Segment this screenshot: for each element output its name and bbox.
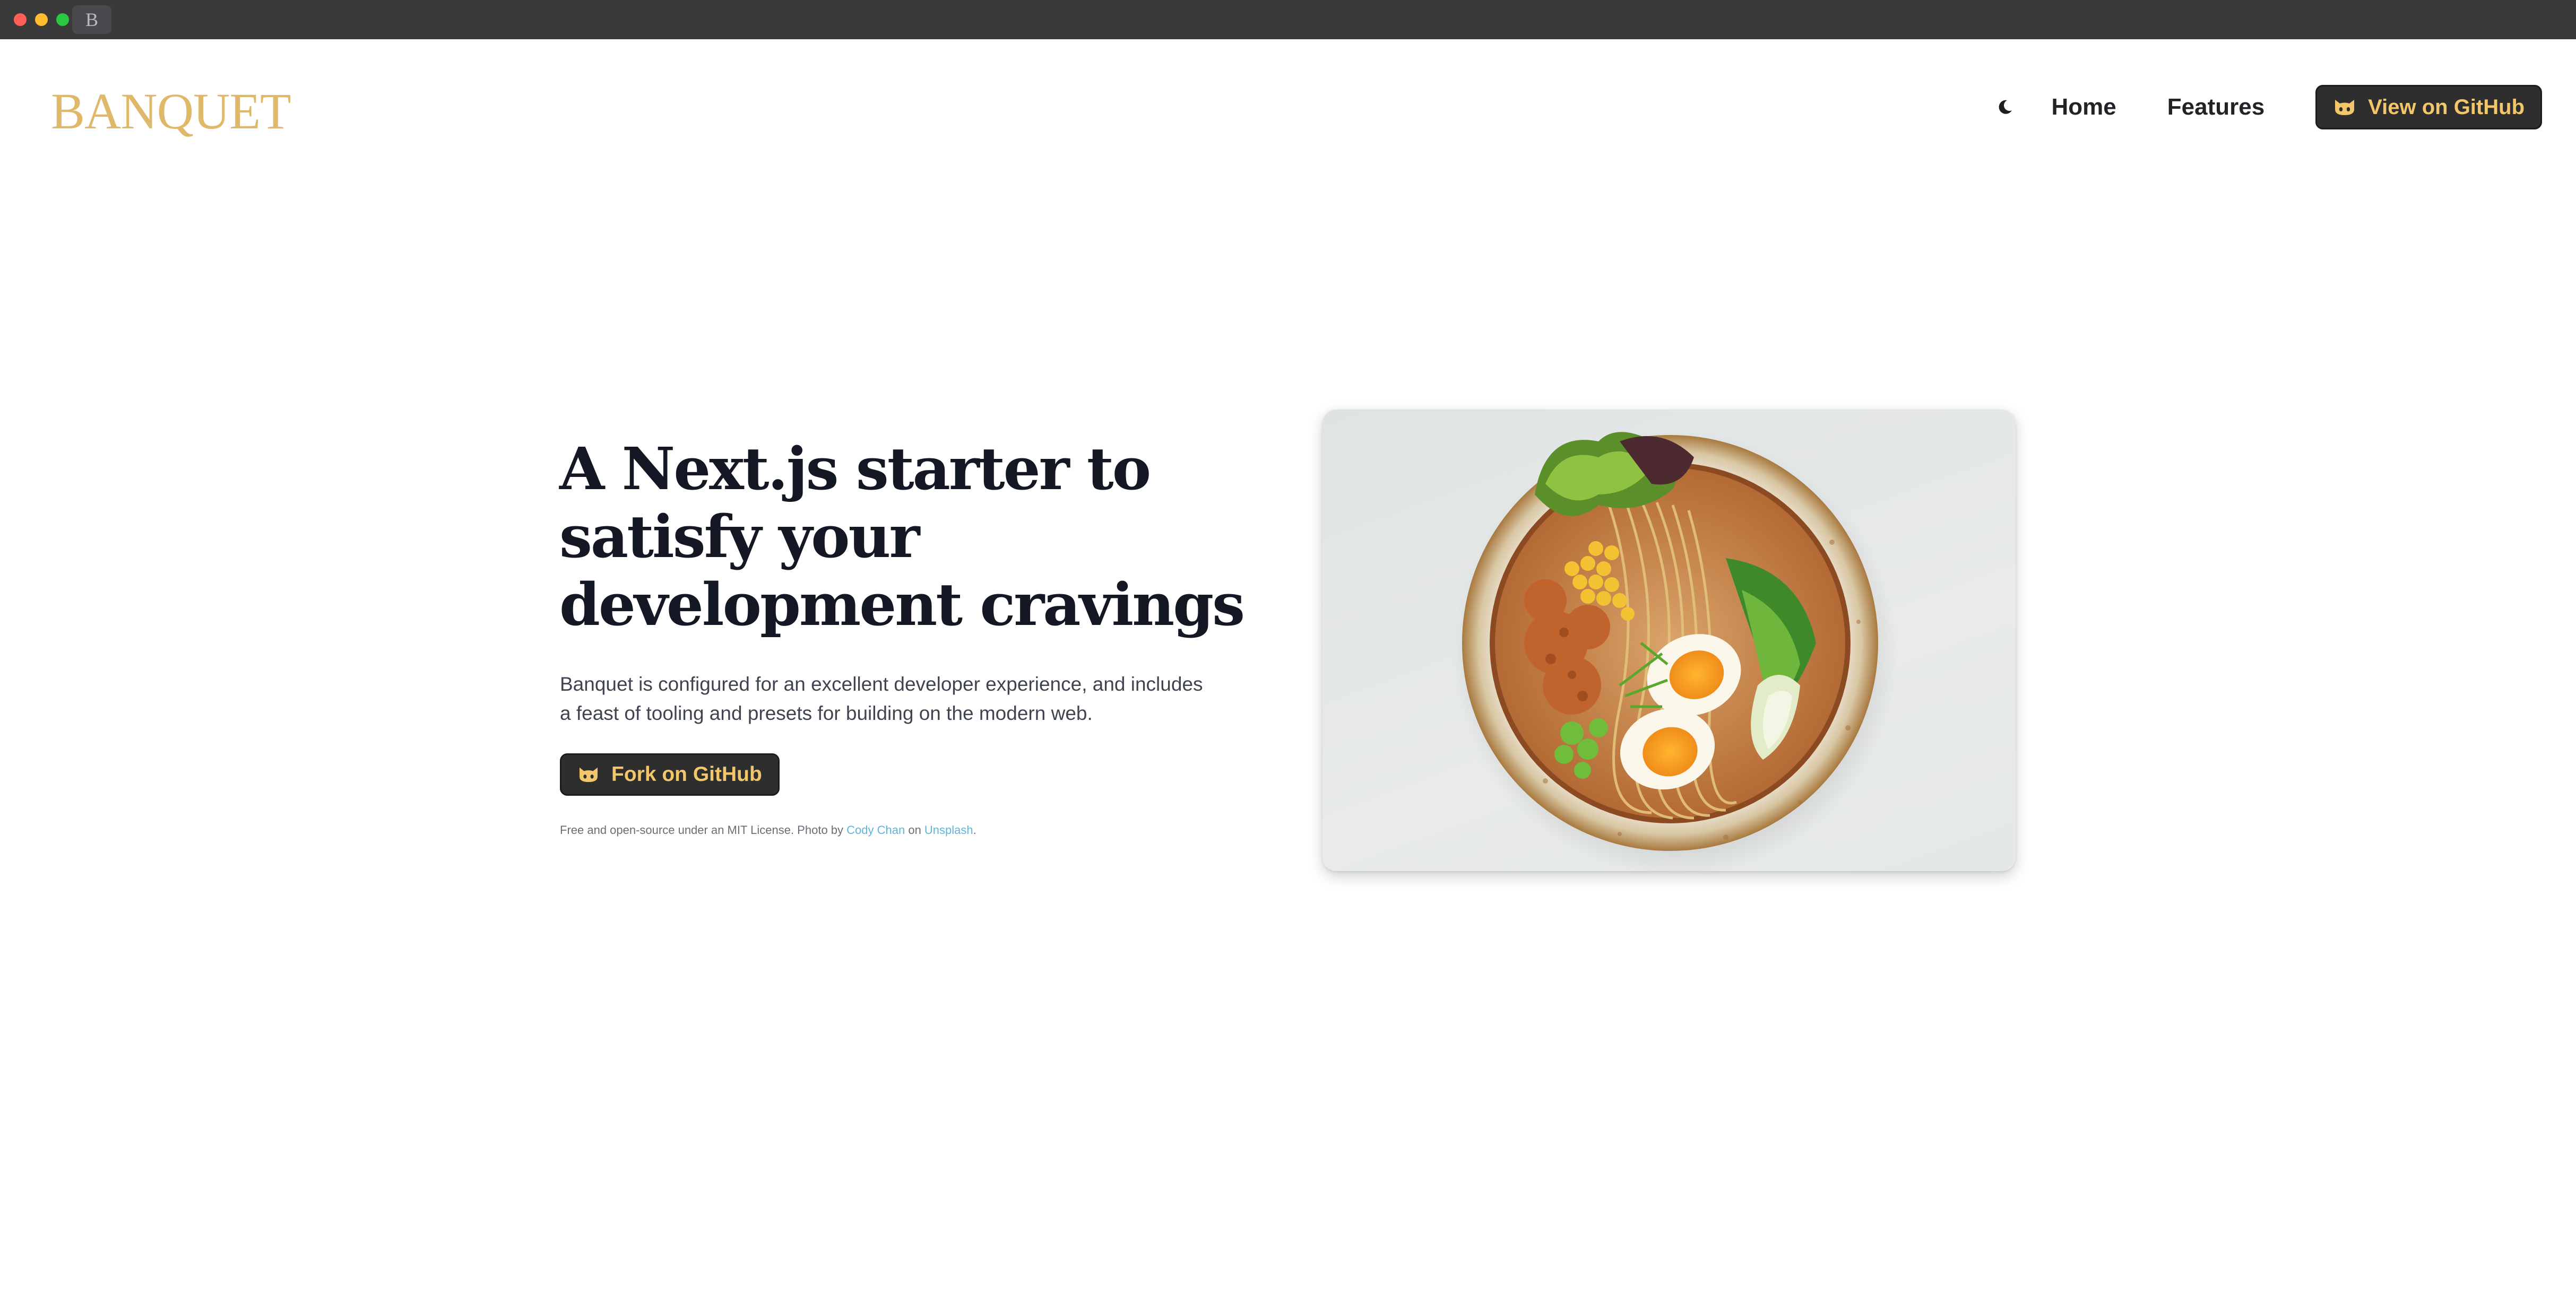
main-navigation: Home Features View on GitHub <box>1994 85 2542 129</box>
minimize-window-button[interactable] <box>35 13 48 26</box>
tab-favicon: B <box>85 9 98 30</box>
fork-on-github-label: Fork on GitHub <box>611 763 762 786</box>
maximize-window-button[interactable] <box>56 13 69 26</box>
site-logo[interactable]: BANQUET <box>51 80 291 143</box>
unsplash-link[interactable]: Unsplash <box>924 823 973 837</box>
footnote-prefix: Free and open-source under an MIT Licens… <box>560 823 847 837</box>
footnote-middle: on <box>905 823 924 837</box>
browser-tab[interactable]: B <box>72 5 111 34</box>
view-on-github-button[interactable]: View on GitHub <box>2315 85 2542 129</box>
nav-features-link[interactable]: Features <box>2167 94 2264 120</box>
view-on-github-label: View on GitHub <box>2368 95 2525 119</box>
footnote-suffix: . <box>973 823 976 837</box>
hero-ramen-photo <box>1322 410 2016 871</box>
photographer-link[interactable]: Cody Chan <box>846 823 905 837</box>
close-window-button[interactable] <box>14 13 27 26</box>
hero-description: Banquet is configured for an excellent d… <box>560 673 1203 724</box>
github-icon <box>577 766 600 784</box>
nav-home-link[interactable]: Home <box>2052 94 2116 120</box>
license-footnote: Free and open-source under an MIT Licens… <box>560 823 976 837</box>
browser-titlebar: B <box>0 0 2576 39</box>
github-icon <box>2333 98 2356 117</box>
fork-on-github-button[interactable]: Fork on GitHub <box>560 753 780 796</box>
moon-icon[interactable] <box>1994 97 2016 118</box>
hero-headline: A Next.js starter to satisfy your develo… <box>559 434 1245 639</box>
